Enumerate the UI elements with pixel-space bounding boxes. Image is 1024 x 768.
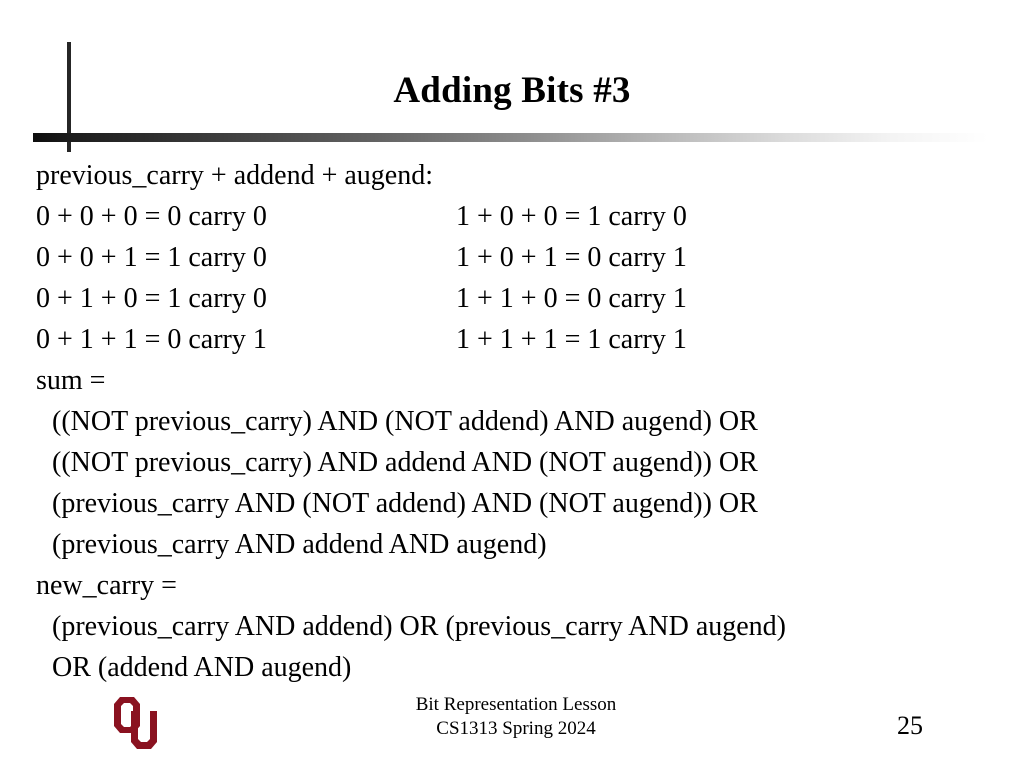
truth-row-2: 0 + 0 + 1 = 1 carry 0 1 + 0 + 1 = 0 carr… [36, 237, 996, 278]
title-gradient-rule [33, 133, 988, 142]
truth-row-2-right: 1 + 0 + 1 = 0 carry 1 [456, 242, 687, 273]
truth-row-4: 0 + 1 + 1 = 0 carry 1 1 + 1 + 1 = 1 carr… [36, 319, 996, 360]
new-carry-line-2: OR (addend AND augend) [52, 652, 352, 683]
truth-row-3-left: 0 + 1 + 0 = 1 carry 0 [36, 283, 267, 314]
sum-line-4: (previous_carry AND addend AND augend) [52, 529, 547, 560]
truth-row-4-right: 1 + 1 + 1 = 1 carry 1 [456, 324, 687, 355]
truth-row-4-left: 0 + 1 + 1 = 0 carry 1 [36, 324, 267, 355]
intro-line: previous_carry + addend + augend: [36, 160, 434, 191]
truth-row-1: 0 + 0 + 0 = 0 carry 0 1 + 0 + 0 = 1 carr… [36, 196, 996, 237]
sum-line-3: (previous_carry AND (NOT addend) AND (NO… [52, 488, 758, 519]
truth-row-1-right: 1 + 0 + 0 = 1 carry 0 [456, 201, 687, 232]
slide-number: 25 [897, 711, 923, 740]
sum-line-1: ((NOT previous_carry) AND (NOT addend) A… [52, 406, 758, 437]
slide-body: previous_carry + addend + augend: 0 + 0 … [36, 155, 996, 688]
truth-row-3: 0 + 1 + 0 = 1 carry 0 1 + 1 + 0 = 0 carr… [36, 278, 996, 319]
truth-row-1-left: 0 + 0 + 0 = 0 carry 0 [36, 201, 267, 232]
sum-line-2: ((NOT previous_carry) AND addend AND (NO… [52, 447, 758, 478]
page-title: Adding Bits #3 [393, 70, 631, 111]
new-carry-label: new_carry = [36, 570, 177, 601]
sum-label: sum = [36, 365, 106, 396]
truth-row-2-left: 0 + 0 + 1 = 1 carry 0 [36, 242, 267, 273]
truth-row-3-right: 1 + 1 + 0 = 0 carry 1 [456, 283, 687, 314]
new-carry-line-1: (previous_carry AND addend) OR (previous… [52, 611, 787, 642]
